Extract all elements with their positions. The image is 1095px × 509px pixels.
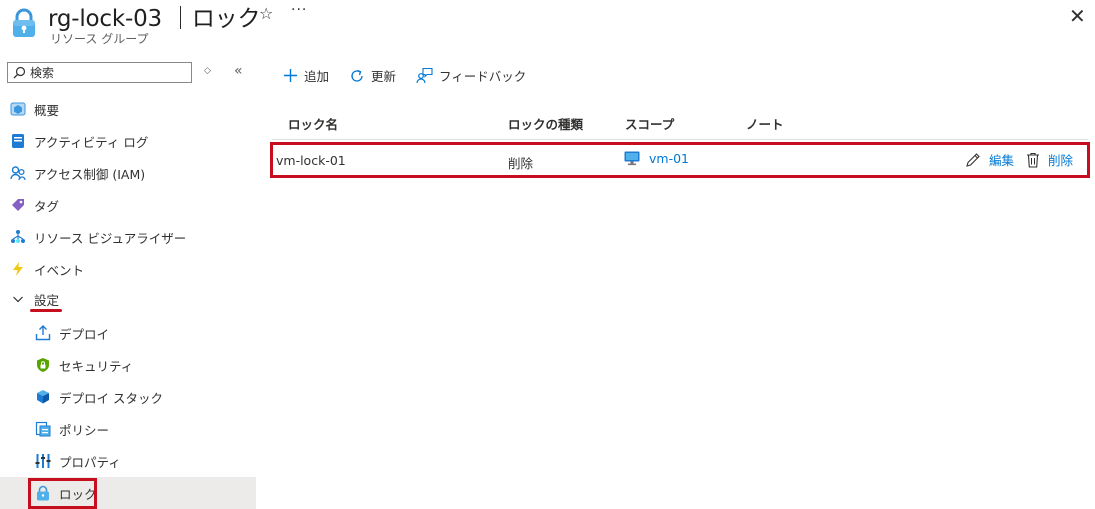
active-item-highlight-box: [28, 478, 97, 509]
edit-pencil-icon: [965, 152, 981, 168]
close-icon[interactable]: ✕: [1069, 4, 1086, 28]
deploy-icon: [35, 325, 51, 341]
refresh-button-label: 更新: [371, 69, 397, 84]
sidebar-item-deploy[interactable]: デプロイ: [0, 317, 256, 349]
feedback-button[interactable]: フィードバック: [416, 66, 526, 85]
sidebar-item-iam[interactable]: アクセス制御 (IAM): [0, 157, 256, 189]
page-subtitle: リソース グループ: [50, 32, 149, 46]
deploy-stack-icon: [35, 389, 51, 405]
add-icon: [283, 68, 298, 83]
iam-icon: [10, 165, 26, 181]
sidebar-item-label: ポリシー: [59, 422, 110, 438]
search-icon: [13, 66, 26, 79]
column-header-lock-name[interactable]: ロック名: [288, 114, 338, 133]
feedback-button-label: フィードバック: [439, 69, 527, 84]
overview-icon: [10, 101, 26, 117]
sort-icon[interactable]: ◇: [204, 66, 211, 76]
tag-icon: [10, 197, 26, 213]
chevron-down-icon: [10, 291, 26, 307]
virtual-machine-icon: [624, 151, 640, 166]
sidebar-item-label: プロパティ: [59, 454, 121, 470]
page-title: rg-lock-03 ｜ロック: [48, 6, 261, 32]
sidebar-item-properties[interactable]: プロパティ: [0, 445, 256, 477]
sidebar-item-policy[interactable]: ポリシー: [0, 413, 256, 445]
policy-icon: [35, 421, 51, 437]
delete-button-label: 削除: [1048, 153, 1074, 168]
refresh-button[interactable]: 更新: [349, 66, 396, 85]
sidebar-item-resource-visualizer[interactable]: リソース ビジュアライザー: [0, 221, 256, 253]
sidebar-item-events[interactable]: イベント: [0, 253, 256, 285]
edit-button-label: 編集: [989, 153, 1015, 168]
add-button[interactable]: 追加: [283, 66, 329, 85]
column-header-lock-type[interactable]: ロックの種類: [508, 114, 583, 133]
scope-link[interactable]: vm-01: [624, 151, 689, 166]
column-header-scope[interactable]: スコープ: [625, 114, 674, 133]
activity-log-icon: [10, 133, 26, 149]
trash-icon: [1026, 152, 1040, 168]
refresh-icon: [349, 68, 365, 84]
sidebar-item-label: セキュリティ: [59, 358, 134, 374]
sidebar-item-label: デプロイ: [59, 326, 110, 342]
security-icon: [35, 357, 51, 373]
add-button-label: 追加: [304, 69, 330, 84]
scope-link-label: vm-01: [649, 151, 689, 166]
sidebar-item-overview[interactable]: 概要: [0, 93, 256, 125]
sidebar-item-label: リソース ビジュアライザー: [34, 230, 187, 246]
sidebar-item-label: タグ: [34, 198, 60, 214]
search-input[interactable]: [30, 65, 180, 80]
lock-icon: [13, 8, 35, 37]
cell-lock-name: vm-lock-01: [276, 153, 346, 168]
sidebar-item-label: 概要: [34, 102, 60, 118]
sidebar-item-security[interactable]: セキュリティ: [0, 349, 256, 381]
sidebar-item-tags[interactable]: タグ: [0, 189, 256, 221]
sidebar-item-label: アクティビティ ログ: [34, 134, 149, 150]
feedback-icon: [416, 67, 433, 84]
column-header-note[interactable]: ノート: [746, 114, 784, 133]
delete-button[interactable]: 削除: [1026, 150, 1073, 169]
sidebar-item-label: イベント: [34, 262, 85, 278]
collapse-sidebar-icon[interactable]: «: [234, 63, 243, 79]
events-icon: [10, 261, 26, 277]
sidebar-item-deploy-stack[interactable]: デプロイ スタック: [0, 381, 256, 413]
settings-highlight-underline: [30, 309, 62, 312]
table-header-divider: [272, 139, 1088, 140]
sidebar-search[interactable]: [7, 62, 192, 83]
resource-visualizer-icon: [10, 229, 26, 245]
cell-lock-type: 削除: [508, 156, 534, 171]
properties-icon: [35, 453, 51, 469]
more-options-icon[interactable]: ···: [291, 2, 307, 18]
sidebar-item-activity-log[interactable]: アクティビティ ログ: [0, 125, 256, 157]
sidebar-item-label: アクセス制御 (IAM): [34, 166, 146, 182]
sidebar-section-label: 設定: [34, 292, 60, 308]
favorite-star-icon[interactable]: ☆: [259, 4, 273, 23]
sidebar-item-label: デプロイ スタック: [59, 390, 163, 406]
edit-button[interactable]: 編集: [965, 150, 1014, 169]
